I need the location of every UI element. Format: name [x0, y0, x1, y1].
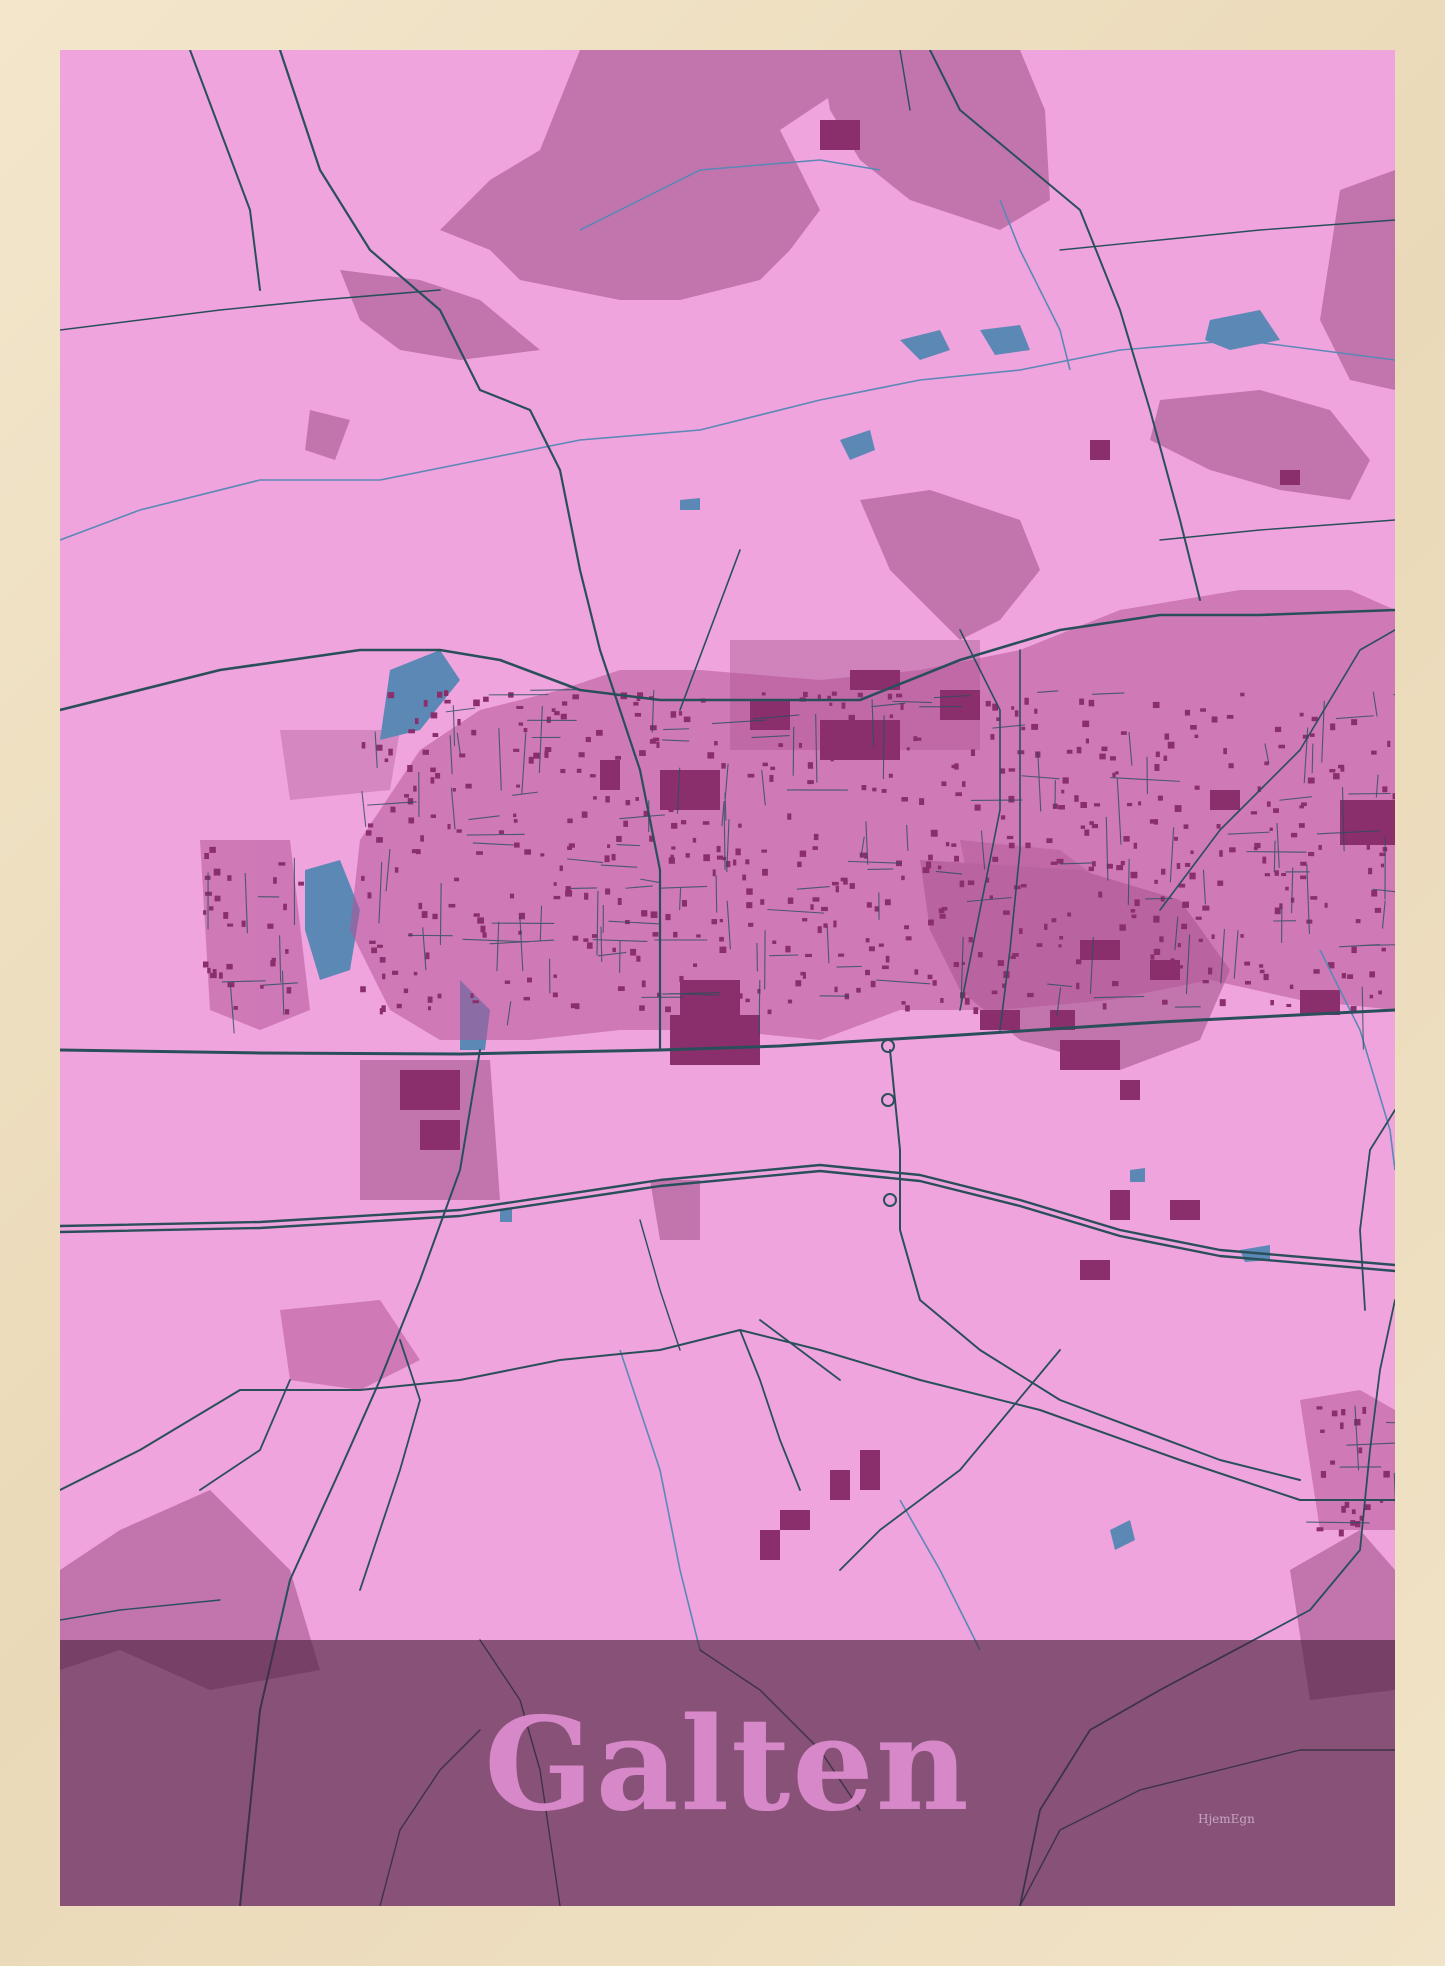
wooden-frame: Galten HjemEgn — [0, 0, 1445, 1966]
brand-mark: HjemEgn — [1198, 1812, 1255, 1826]
city-title: Galten — [484, 1690, 971, 1840]
map-poster: Galten HjemEgn — [60, 50, 1395, 1906]
map-canvas — [60, 50, 1395, 1906]
